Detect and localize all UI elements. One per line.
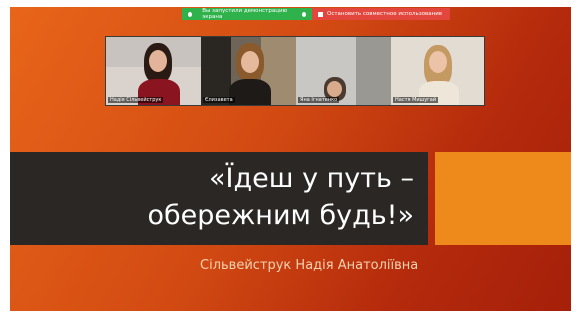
slide-title-line-1: «Їдеш у путь – (209, 163, 414, 194)
presentation-slide: Вы запустили демонстрацию экрана Останов… (10, 7, 571, 311)
stop-share-button[interactable]: Остановить совместное использование (312, 8, 451, 20)
share-status-text: Вы запустили демонстрацию экрана (202, 8, 288, 20)
video-tile-1[interactable]: Надія Сільвейструк (106, 37, 201, 105)
participant-name: Єлизавета (203, 97, 235, 103)
stop-share-label: Остановить совместное использование (327, 11, 443, 17)
slide-author: Сільвейструк Надія Анатоліївна (200, 258, 419, 273)
participant-name: Яна Ігнатенко (298, 97, 340, 103)
slide-title: «Їдеш у путь – обережним будь!» (34, 160, 414, 234)
participant-name: Надія Сільвейструк (108, 97, 164, 103)
participant-name: Настя Мишугай (393, 97, 439, 103)
slide-accent-block (435, 152, 571, 245)
video-tile-2[interactable]: Єлизавета (201, 37, 296, 105)
stop-icon (318, 11, 323, 17)
slide-title-line-2: обережним будь!» (147, 200, 414, 231)
video-tile-4[interactable]: Настя Мишугай (391, 37, 484, 105)
share-status: Вы запустили демонстрацию экрана (182, 8, 312, 20)
video-gallery: Надія Сільвейструк Єлизавета Яна Ігнатен… (105, 36, 485, 106)
screen-share-bar: Вы запустили демонстрацию экрана Останов… (182, 8, 451, 20)
share-pause-icon[interactable] (301, 11, 306, 17)
video-tile-3[interactable]: Яна Ігнатенко (296, 37, 391, 105)
slide-title-bar: «Їдеш у путь – обережним будь!» (10, 152, 428, 245)
share-status-icon (188, 11, 193, 17)
